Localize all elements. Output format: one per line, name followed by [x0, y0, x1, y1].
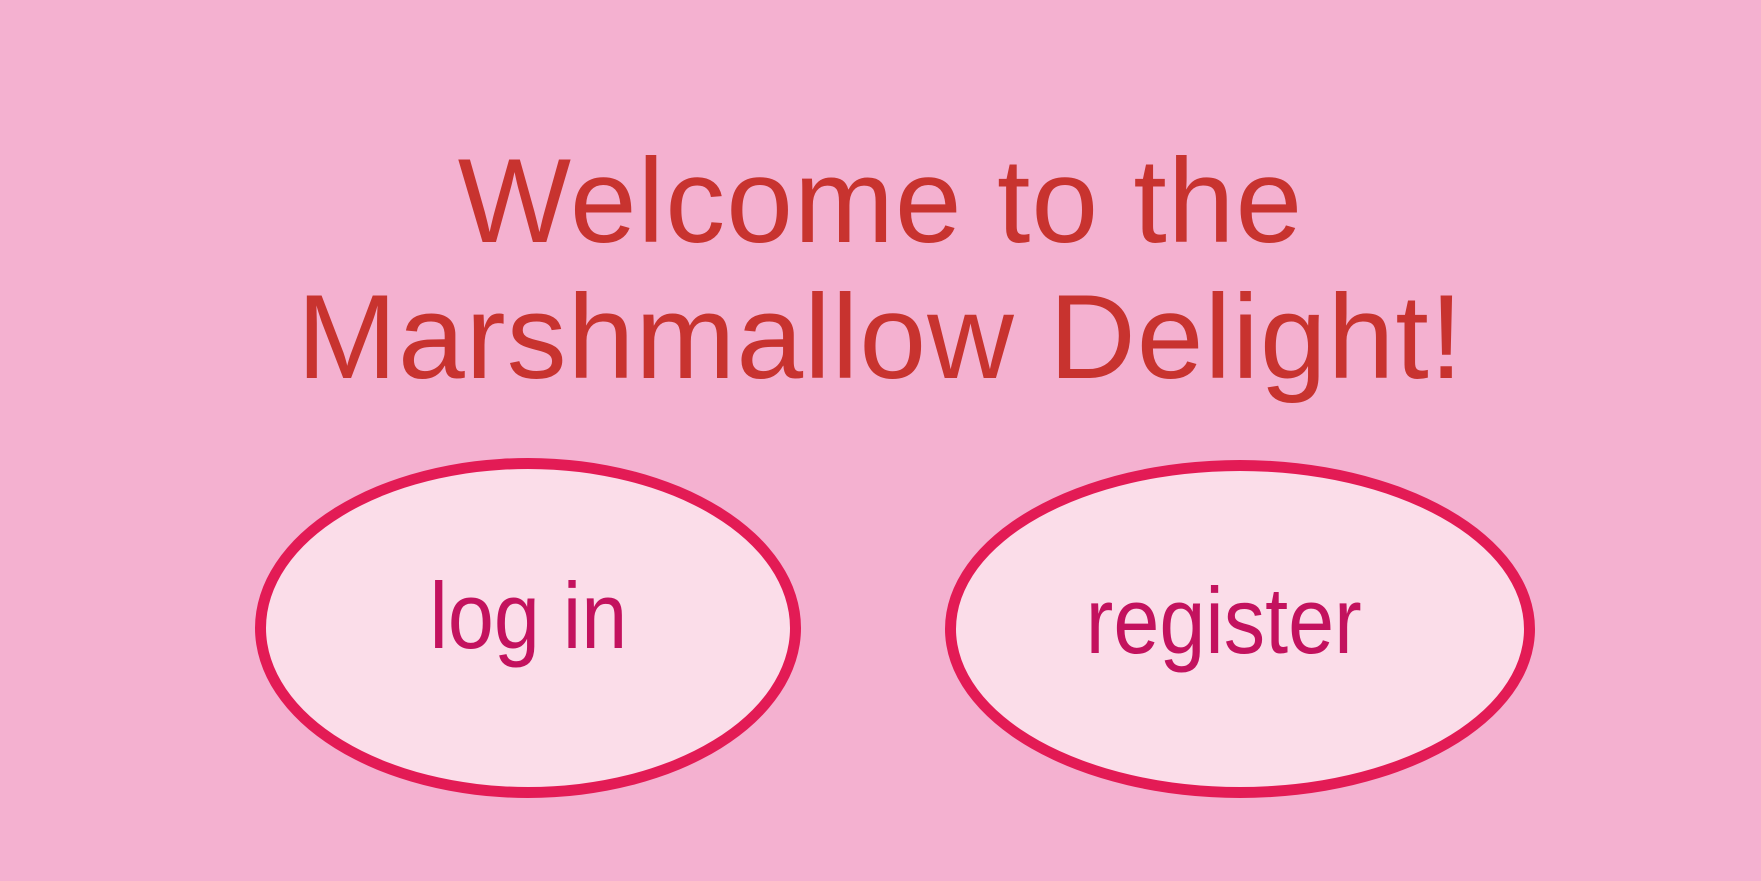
register-button-label: register — [1086, 568, 1362, 673]
welcome-title-line-2: Marshmallow Delight! — [296, 270, 1465, 404]
log-in-button-label: log in — [429, 563, 627, 668]
register-button[interactable]: register — [945, 460, 1535, 798]
welcome-title-line-1: Welcome to the — [457, 134, 1304, 268]
log-in-button[interactable]: log in — [255, 458, 801, 798]
welcome-title: Welcome to the Marshmallow Delight! — [0, 133, 1761, 405]
